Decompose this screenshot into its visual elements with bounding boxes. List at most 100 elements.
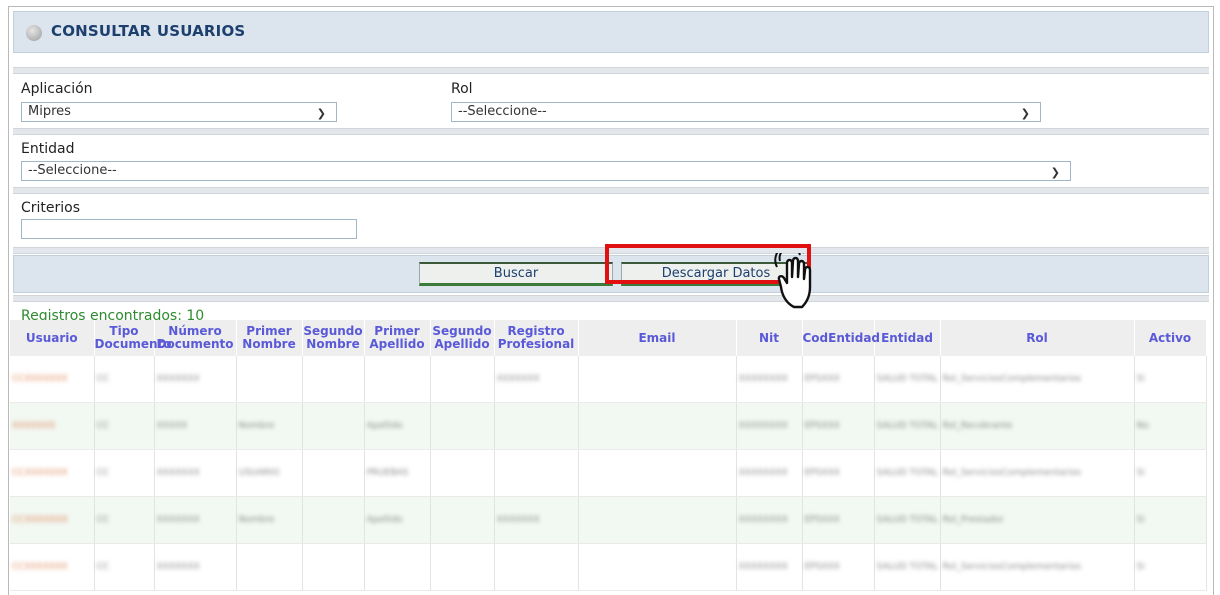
col-primer-nombre: Primer Nombre [236, 320, 303, 356]
cell-text: EPSXXX [804, 421, 840, 431]
cell-text[interactable]: CCXXXXXXX [12, 468, 92, 478]
cell-text[interactable]: CCXXXXXXX [12, 562, 92, 572]
table-cell: SALUD TOTAL S.A. [874, 449, 941, 497]
table-cell: Si [1134, 496, 1207, 544]
entidad-select[interactable]: --Seleccione-- ❯ [21, 161, 1071, 181]
table-row[interactable]: CCXXXXXXX CC XXXXXXX XXXXXXX XXXXXXXX EPSXXX S… [10, 356, 1207, 403]
cell-text: XXXXXXX [156, 468, 200, 478]
buscar-button[interactable]: Buscar [419, 262, 613, 286]
table-cell: SALUD TOTAL S.A. [874, 402, 941, 450]
rol-select[interactable]: --Seleccione-- ❯ [451, 102, 1041, 122]
col-segundo-nombre: Segundo Nombre [302, 320, 365, 356]
cell-text: Rol_Prestador [942, 515, 1004, 525]
cell-text: SALUD TOTAL S.A. [876, 515, 938, 525]
table-cell: CCXXXXXXX [10, 496, 95, 544]
divider [13, 295, 1209, 302]
table-cell: CC [94, 356, 155, 403]
cell-text[interactable]: XXXXXXX [12, 421, 92, 431]
users-table: Usuario Tipo Documento Número Documento … [10, 320, 1207, 591]
table-cell: SALUD TOTAL S.A. [874, 543, 941, 591]
table-cell: XXXXXXX [154, 543, 237, 591]
cell-text: XXXXXXXX [738, 421, 788, 431]
table-cell: CCXXXXXXX [10, 449, 95, 497]
table-cell [430, 543, 495, 591]
aplicacion-value: Mipres [28, 104, 71, 119]
table-row[interactable]: CCXXXXXXX CC XXXXXXX XXXXXXXX EPSXXX SALUD TO… [10, 543, 1207, 591]
table-cell: Si [1134, 543, 1207, 591]
table-row[interactable]: XXXXXXX CC XXXXX Nombre Apellido XXXXXXXX EPSX… [10, 402, 1207, 450]
cell-text: XXXXX [156, 421, 188, 431]
table-cell: Apellido [364, 496, 431, 544]
table-cell: Rol_Recobrante [940, 402, 1135, 450]
col-entidad: Entidad [874, 320, 941, 356]
table-cell [494, 543, 579, 591]
table-cell: SALUD TOTAL S.A. [874, 496, 941, 544]
cell-text: XXXXXXX [156, 562, 200, 572]
cell-text: XXXXXXX [496, 374, 540, 384]
cell-text: Nombre [238, 421, 275, 431]
table-cell [578, 543, 737, 591]
table-cell: EPSXXX [802, 402, 875, 450]
rol-label: Rol [451, 81, 473, 97]
cell-text: Si [1136, 468, 1145, 478]
table-cell [578, 356, 737, 403]
cell-text: SALUD TOTAL S.A. [876, 562, 938, 572]
table-cell: Apellido [364, 402, 431, 450]
table-cell: XXXXXXXX [736, 402, 803, 450]
table-row[interactable]: CCXXXXXXX CC XXXXXXX Nombre Apellido XXXXXXX X… [10, 496, 1207, 544]
cell-text: PRUEBAS [366, 468, 409, 478]
table-cell [430, 402, 495, 450]
table-cell [430, 449, 495, 497]
table-cell: CC [94, 496, 155, 544]
table-cell [430, 496, 495, 544]
table-cell: PRUEBAS [364, 449, 431, 497]
table-cell: EPSXXX [802, 356, 875, 403]
table-cell [302, 449, 365, 497]
table-cell: Nombre [236, 496, 303, 544]
table-cell: XXXXX [154, 402, 237, 450]
chevron-down-icon: ❯ [1050, 166, 1060, 179]
table-cell: EPSXXX [802, 449, 875, 497]
table-cell: Rol_Prestador [940, 496, 1135, 544]
entidad-value: --Seleccione-- [28, 163, 117, 178]
cell-text: SALUD TOTAL S.A. [876, 468, 938, 478]
table-cell: XXXXXXXX [736, 543, 803, 591]
divider [13, 187, 1209, 194]
table-cell [494, 402, 579, 450]
rol-value: --Seleccione-- [458, 104, 547, 119]
table-cell [430, 356, 495, 403]
criterios-label: Criterios [21, 200, 81, 216]
cell-text: No [1136, 421, 1149, 431]
table-cell: Nombre [236, 402, 303, 450]
aplicacion-select[interactable]: Mipres ❯ [21, 102, 337, 122]
table-cell [578, 496, 737, 544]
table-header-row: Usuario Tipo Documento Número Documento … [10, 320, 1207, 356]
criterios-input[interactable] [21, 219, 357, 239]
col-nit: Nit [736, 320, 803, 356]
table-cell [236, 356, 303, 403]
col-primer-apellido: Primer Apellido [364, 320, 431, 356]
table-cell [302, 496, 365, 544]
cell-text: Si [1136, 374, 1145, 384]
col-email: Email [578, 320, 737, 356]
table-cell [236, 543, 303, 591]
chevron-down-icon: ❯ [316, 107, 326, 120]
cell-text: Apellido [366, 515, 403, 525]
cell-text[interactable]: CCXXXXXXX [12, 515, 92, 525]
table-cell: EPSXXX [802, 543, 875, 591]
cell-text[interactable]: CCXXXXXXX [12, 374, 92, 384]
table-row[interactable]: CCXXXXXXX CC XXXXXXX USUARIO PRUEBAS XXXXXXXX… [10, 449, 1207, 497]
cell-text: EPSXXX [804, 468, 840, 478]
table-cell [364, 543, 431, 591]
table-cell: CC [94, 402, 155, 450]
circle-icon [26, 25, 42, 41]
col-usuario: Usuario [10, 320, 95, 356]
page-title: CONSULTAR USUARIOS [51, 22, 246, 40]
panel-header: CONSULTAR USUARIOS [13, 11, 1209, 53]
cell-text: CC [96, 515, 110, 525]
table-cell [302, 543, 365, 591]
cell-text: Nombre [238, 515, 275, 525]
col-rol: Rol [940, 320, 1135, 356]
table-cell [302, 402, 365, 450]
table-cell: Rol_ServiciosComplementarios [940, 356, 1135, 403]
